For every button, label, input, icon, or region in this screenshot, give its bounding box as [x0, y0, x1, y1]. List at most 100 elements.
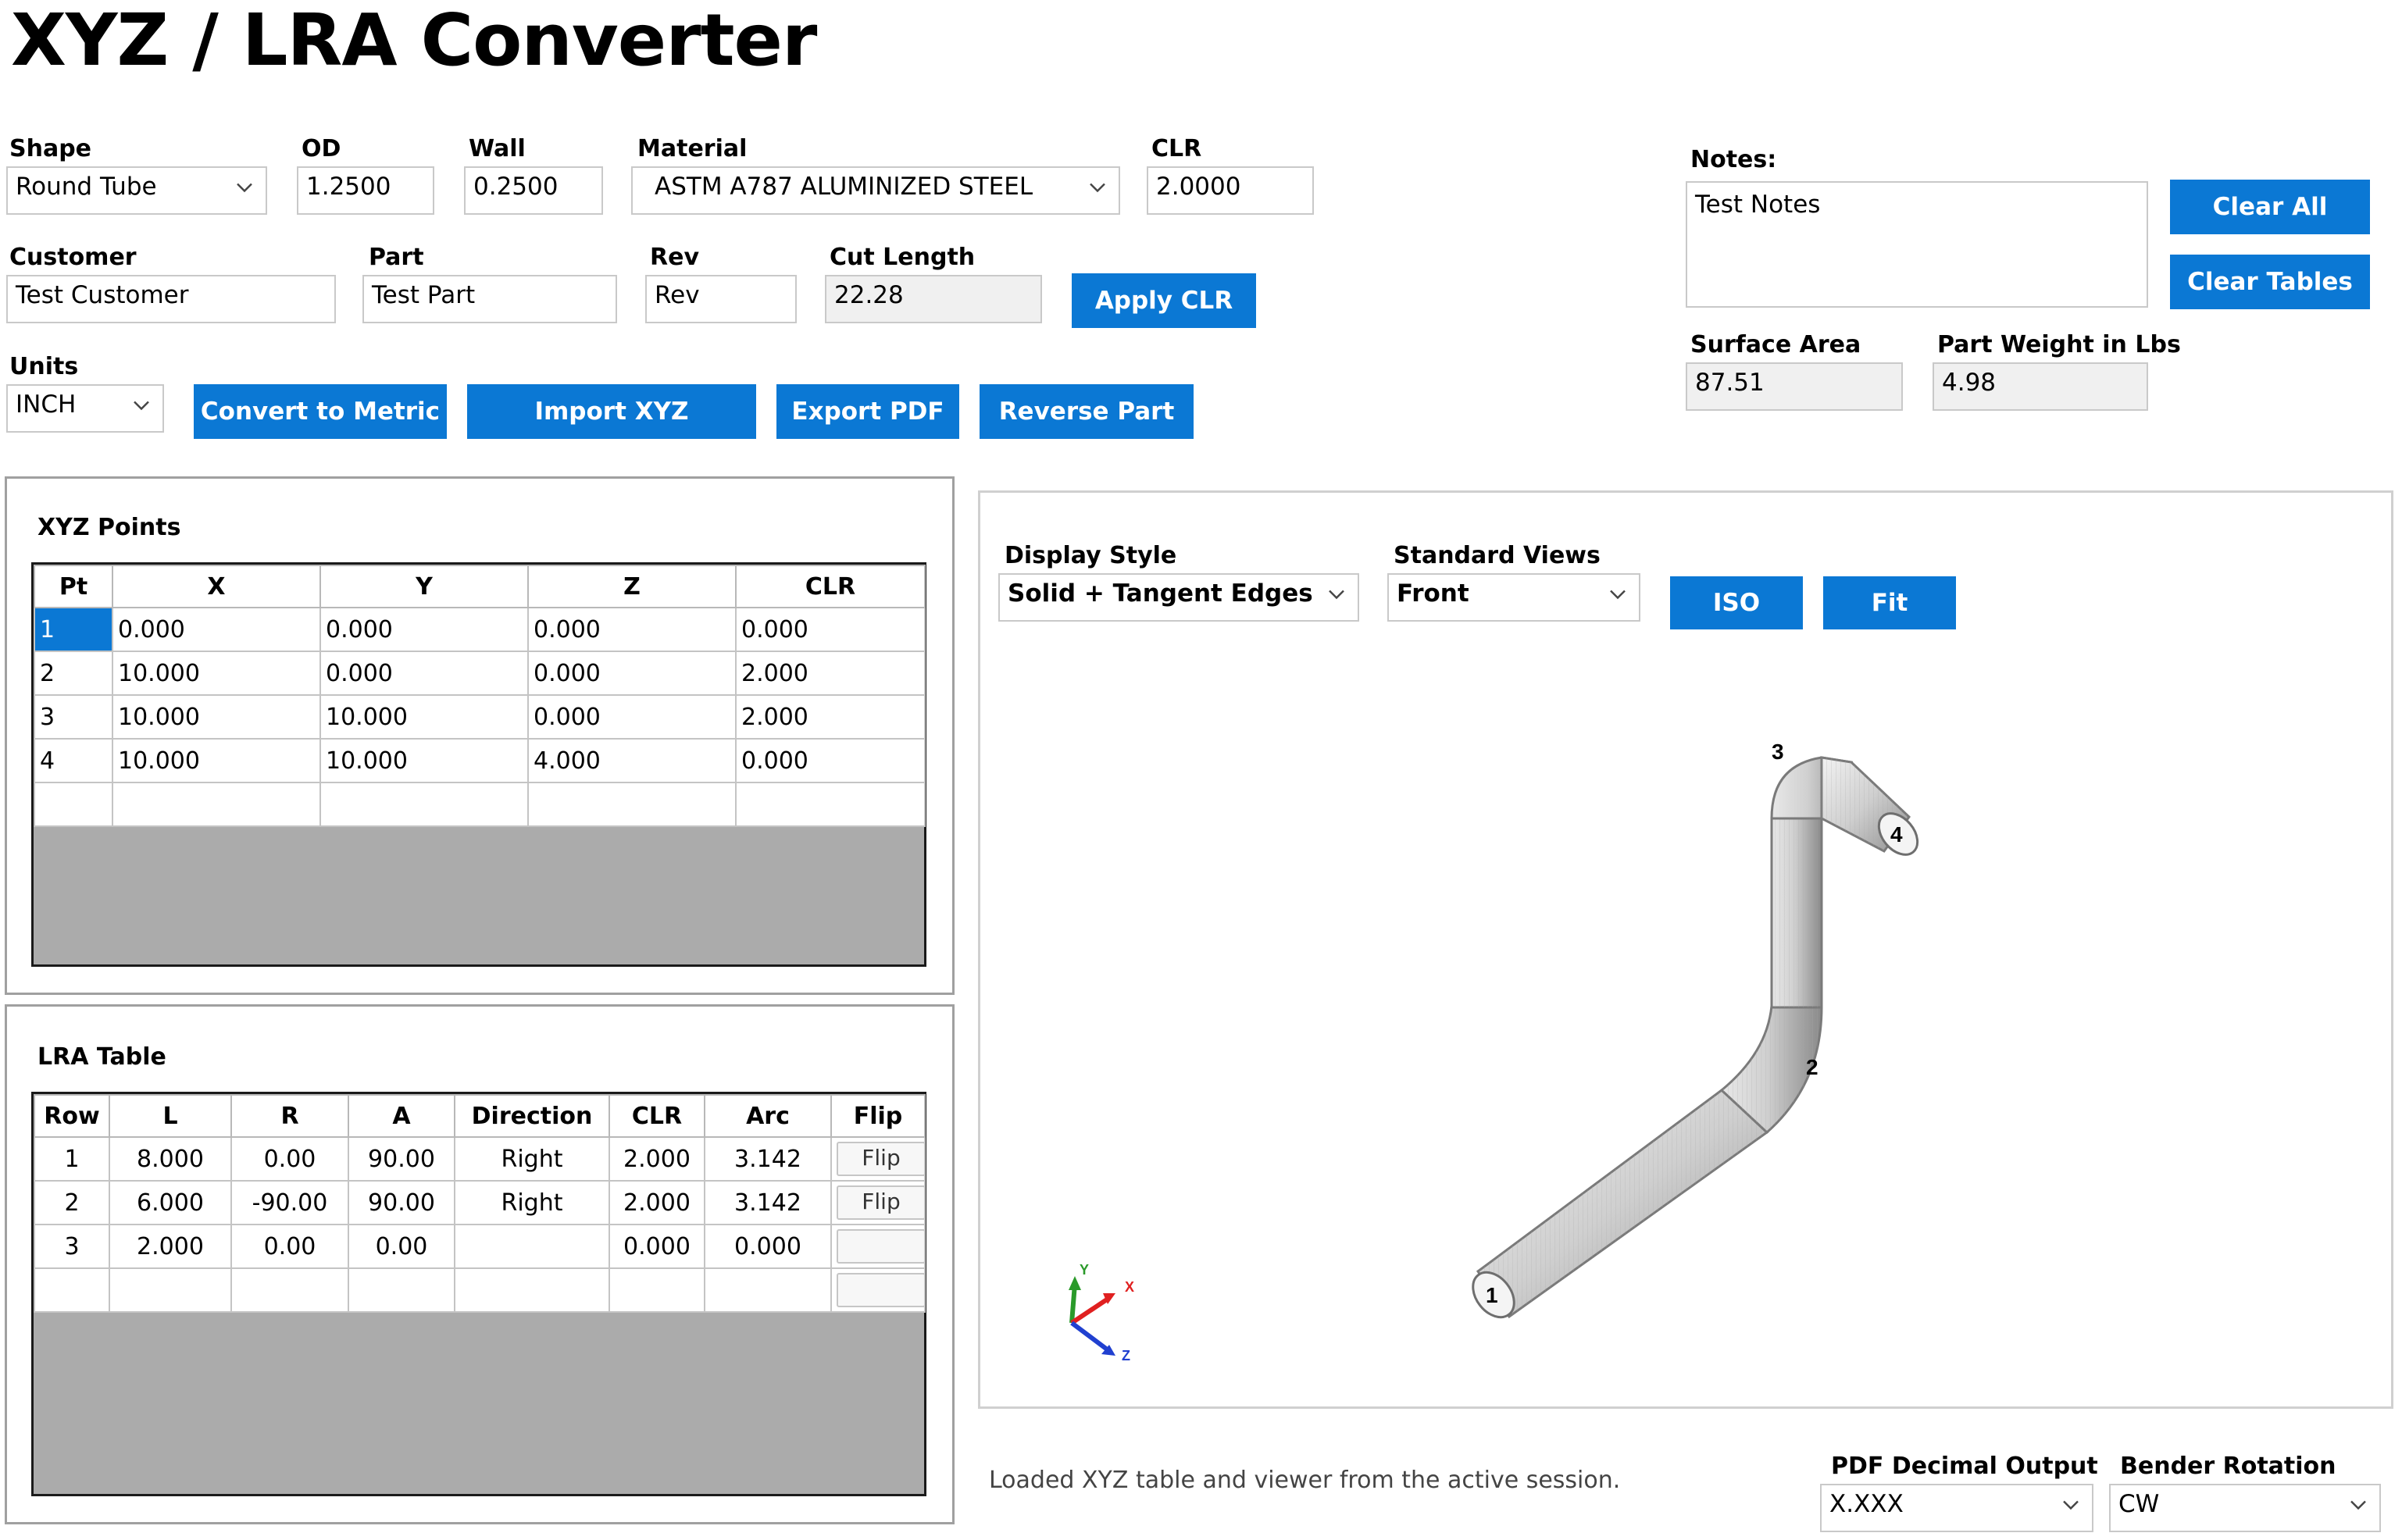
table-cell[interactable]: 10.000: [112, 694, 321, 740]
table-cell[interactable]: [230, 1267, 349, 1313]
reverse-part-button[interactable]: Reverse Part: [980, 384, 1194, 439]
flip-button[interactable]: Flip: [837, 1142, 923, 1176]
table-cell[interactable]: 2: [34, 651, 113, 696]
column-header[interactable]: Y: [319, 565, 529, 608]
table-cell[interactable]: 3.142: [704, 1180, 832, 1225]
table-cell[interactable]: 10.000: [319, 738, 529, 783]
import-xyz-button[interactable]: Import XYZ: [467, 384, 756, 439]
table-row: 2 6.000 -90.00 90.00 Right 2.000 3.142 F…: [34, 1180, 926, 1225]
table-cell[interactable]: 10.000: [112, 738, 321, 783]
clear-tables-button[interactable]: Clear Tables: [2170, 255, 2370, 309]
table-cell[interactable]: 0.000: [527, 694, 737, 740]
table-cell[interactable]: 0.000: [527, 607, 737, 652]
table-cell[interactable]: 0.000: [704, 1224, 832, 1269]
table-cell[interactable]: 2.000: [109, 1224, 232, 1269]
pdf-decimal-label: PDF Decimal Output: [1831, 1453, 2098, 1480]
flip-button[interactable]: [837, 1273, 923, 1307]
pdf-decimal-select[interactable]: X.XXX: [1820, 1484, 2093, 1532]
table-cell[interactable]: 0.000: [609, 1224, 705, 1269]
table-cell[interactable]: Right: [454, 1136, 610, 1182]
table-cell[interactable]: 2.000: [735, 694, 926, 740]
flip-button[interactable]: [837, 1229, 923, 1264]
table-cell[interactable]: 4.000: [527, 738, 737, 783]
table-row: 4 10.000 10.000 4.000 0.000: [34, 738, 926, 783]
new-row[interactable]: [34, 1267, 926, 1313]
table-cell[interactable]: [348, 1267, 455, 1313]
table-cell[interactable]: 1: [34, 1136, 110, 1182]
table-cell[interactable]: 10.000: [112, 651, 321, 696]
convert-metric-button[interactable]: Convert to Metric: [194, 384, 447, 439]
table-cell[interactable]: 90.00: [348, 1180, 455, 1225]
column-header[interactable]: Pt: [34, 565, 113, 608]
table-row: 2 10.000 0.000 0.000 2.000: [34, 651, 926, 696]
bender-rotation-select[interactable]: CW: [2109, 1484, 2381, 1532]
column-header[interactable]: Arc: [704, 1094, 832, 1138]
column-header[interactable]: R: [230, 1094, 349, 1138]
column-header[interactable]: Row: [34, 1094, 110, 1138]
apply-clr-button[interactable]: Apply CLR: [1072, 273, 1256, 328]
table-cell[interactable]: 0.00: [230, 1136, 349, 1182]
table-cell[interactable]: [454, 1267, 610, 1313]
column-header[interactable]: L: [109, 1094, 232, 1138]
table-cell[interactable]: 2.000: [609, 1180, 705, 1225]
notes-field[interactable]: Test Notes: [1686, 181, 2148, 308]
table-cell[interactable]: [112, 782, 321, 827]
table-cell[interactable]: 1: [34, 607, 113, 652]
od-field[interactable]: 1.2500: [297, 166, 434, 215]
table-cell[interactable]: Right: [454, 1180, 610, 1225]
column-header[interactable]: A: [348, 1094, 455, 1138]
table-cell[interactable]: 2.000: [609, 1136, 705, 1182]
column-header[interactable]: Flip: [830, 1094, 926, 1138]
table-cell[interactable]: 0.00: [348, 1224, 455, 1269]
table-cell[interactable]: 3.142: [704, 1136, 832, 1182]
table-cell[interactable]: [34, 782, 113, 827]
table-cell[interactable]: 90.00: [348, 1136, 455, 1182]
column-header[interactable]: Direction: [454, 1094, 610, 1138]
table-cell[interactable]: 0.000: [735, 738, 926, 783]
table-cell[interactable]: [34, 1267, 110, 1313]
table-cell[interactable]: 2.000: [735, 651, 926, 696]
table-cell[interactable]: [454, 1224, 610, 1269]
column-header[interactable]: Z: [527, 565, 737, 608]
table-cell[interactable]: 0.00: [230, 1224, 349, 1269]
table-cell[interactable]: [609, 1267, 705, 1313]
table-cell: [830, 1267, 926, 1313]
column-header[interactable]: CLR: [735, 565, 926, 608]
clear-all-button[interactable]: Clear All: [2170, 180, 2370, 234]
material-select[interactable]: ASTM A787 ALUMINIZED STEEL: [631, 166, 1120, 215]
tube-model-view[interactable]: 1 2 3 4 Y X Z: [978, 490, 2393, 1409]
table-cell[interactable]: 0.000: [319, 651, 529, 696]
column-header[interactable]: X: [112, 565, 321, 608]
table-cell[interactable]: [109, 1267, 232, 1313]
table-row: 1 8.000 0.00 90.00 Right 2.000 3.142 Fli…: [34, 1136, 926, 1182]
table-cell[interactable]: 0.000: [112, 607, 321, 652]
table-cell[interactable]: 8.000: [109, 1136, 232, 1182]
table-cell[interactable]: [319, 782, 529, 827]
table-cell[interactable]: 10.000: [319, 694, 529, 740]
table-cell[interactable]: 0.000: [735, 607, 926, 652]
shape-select[interactable]: Round Tube: [6, 166, 267, 215]
table-cell[interactable]: [704, 1267, 832, 1313]
rev-field[interactable]: Rev: [645, 275, 797, 323]
flip-button[interactable]: Flip: [837, 1185, 923, 1220]
column-header[interactable]: CLR: [609, 1094, 705, 1138]
units-select[interactable]: INCH: [6, 384, 164, 433]
table-cell[interactable]: 2: [34, 1180, 110, 1225]
table-cell: [830, 1224, 926, 1269]
customer-field[interactable]: Test Customer: [6, 275, 336, 323]
table-cell[interactable]: [527, 782, 737, 827]
table-cell[interactable]: 4: [34, 738, 113, 783]
point-label-3: 3: [1772, 740, 1784, 764]
table-cell[interactable]: 6.000: [109, 1180, 232, 1225]
export-pdf-button[interactable]: Export PDF: [776, 384, 959, 439]
table-cell[interactable]: 0.000: [527, 651, 737, 696]
new-row[interactable]: [34, 782, 926, 827]
part-field[interactable]: Test Part: [362, 275, 617, 323]
table-cell[interactable]: -90.00: [230, 1180, 349, 1225]
table-cell[interactable]: 0.000: [319, 607, 529, 652]
table-cell[interactable]: 3: [34, 694, 113, 740]
table-cell[interactable]: 3: [34, 1224, 110, 1269]
wall-field[interactable]: 0.2500: [464, 166, 603, 215]
table-cell[interactable]: [735, 782, 926, 827]
clr-field[interactable]: 2.0000: [1147, 166, 1314, 215]
